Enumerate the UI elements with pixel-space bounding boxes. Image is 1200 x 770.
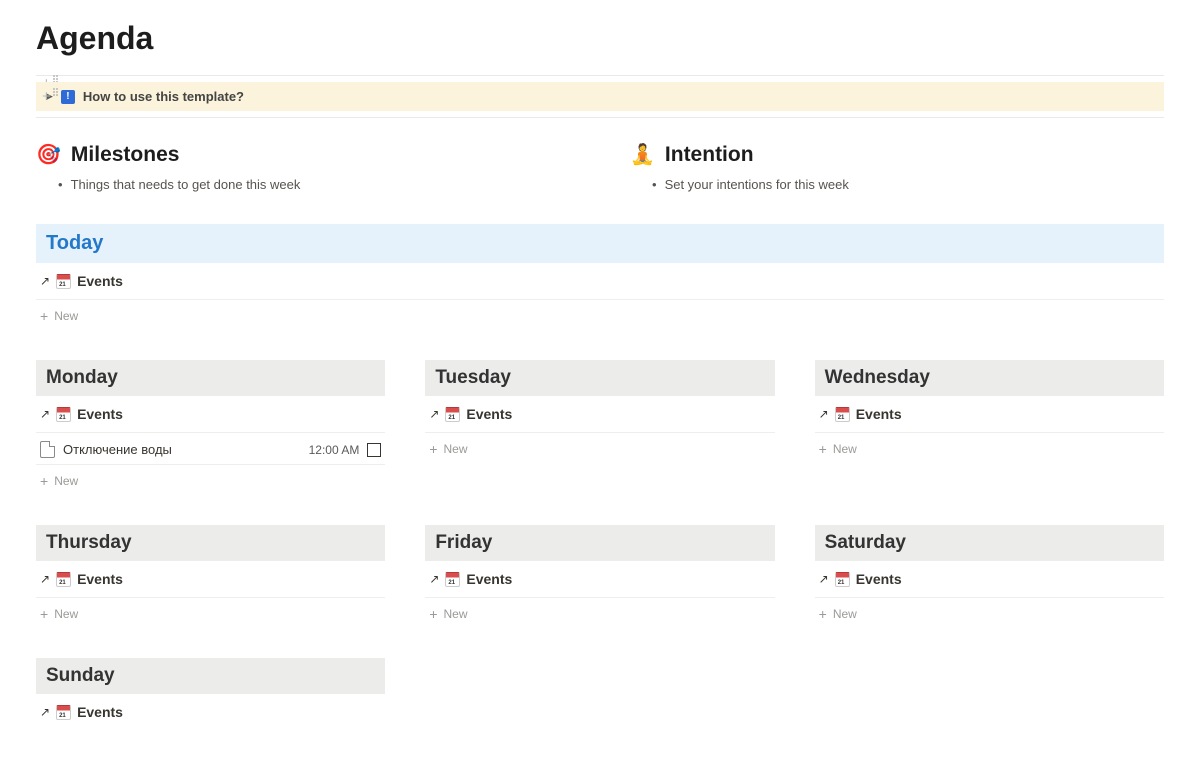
monday-new-button[interactable]: + New	[36, 465, 385, 497]
divider	[36, 117, 1164, 118]
events-label: Events	[466, 571, 512, 587]
monday-event-item[interactable]: Отключение воды 12:00 AM	[36, 433, 385, 465]
events-label: Events	[77, 406, 123, 422]
events-label: Events	[77, 571, 123, 587]
today-heading: Today	[36, 224, 1164, 263]
drag-handle-icon[interactable]	[53, 88, 58, 105]
calendar-icon	[835, 407, 850, 422]
intention-bullet-text: Set your intentions for this week	[665, 177, 849, 192]
monday-heading: Monday	[36, 360, 385, 396]
plus-icon: +	[819, 606, 827, 622]
thursday-new-button[interactable]: + New	[36, 598, 385, 630]
intention-bullet[interactable]: • Set your intentions for this week	[630, 177, 1164, 192]
plus-icon: +	[40, 606, 48, 622]
link-arrow-icon: ↗	[819, 407, 829, 421]
tuesday-heading: Tuesday	[425, 360, 774, 396]
plus-icon: +	[40, 473, 48, 489]
intention-heading: Intention	[665, 143, 754, 167]
friday-heading: Friday	[425, 525, 774, 561]
calendar-icon	[56, 705, 71, 720]
new-label: New	[444, 442, 468, 456]
link-arrow-icon: ↗	[40, 572, 50, 586]
link-arrow-icon: ↗	[819, 572, 829, 586]
person-meditating-icon: 🧘	[630, 142, 655, 167]
add-block-icon[interactable]: +	[42, 88, 51, 105]
today-new-button[interactable]: + New	[36, 300, 1164, 332]
event-title: Отключение воды	[63, 442, 301, 457]
link-arrow-icon: ↗	[429, 572, 439, 586]
divider	[36, 75, 1164, 76]
calendar-icon	[56, 274, 71, 289]
saturday-heading: Saturday	[815, 525, 1164, 561]
event-time: 12:00 AM	[309, 443, 360, 457]
info-icon: !	[61, 90, 75, 104]
tuesday-events-link[interactable]: ↗ Events	[425, 396, 774, 433]
bullet-dot-icon: •	[652, 177, 657, 192]
toggle-label: How to use this template?	[83, 89, 244, 104]
wednesday-events-link[interactable]: ↗ Events	[815, 396, 1164, 433]
block-handles[interactable]: +	[42, 88, 58, 105]
plus-icon: +	[819, 441, 827, 457]
link-arrow-icon: ↗	[429, 407, 439, 421]
wednesday-heading: Wednesday	[815, 360, 1164, 396]
plus-icon: +	[429, 441, 437, 457]
thursday-heading: Thursday	[36, 525, 385, 561]
milestones-bullet-text: Things that needs to get done this week	[71, 177, 301, 192]
milestones-bullet[interactable]: • Things that needs to get done this wee…	[36, 177, 570, 192]
plus-icon: +	[40, 308, 48, 324]
events-label: Events	[466, 406, 512, 422]
sunday-events-link[interactable]: ↗ Events	[36, 694, 385, 730]
how-to-use-toggle[interactable]: ▶ ! How to use this template?	[36, 82, 1164, 111]
link-arrow-icon: ↗	[40, 407, 50, 421]
calendar-icon	[56, 407, 71, 422]
new-label: New	[54, 309, 78, 323]
today-events-link[interactable]: ↗ Events	[36, 263, 1164, 300]
events-label: Events	[77, 273, 123, 289]
new-label: New	[444, 607, 468, 621]
tuesday-new-button[interactable]: + New	[425, 433, 774, 465]
new-label: New	[833, 442, 857, 456]
milestones-section: 🎯 Milestones • Things that needs to get …	[36, 142, 570, 192]
wednesday-new-button[interactable]: + New	[815, 433, 1164, 465]
events-label: Events	[77, 704, 123, 720]
link-arrow-icon: ↗	[40, 274, 50, 288]
friday-new-button[interactable]: + New	[425, 598, 774, 630]
calendar-icon	[835, 572, 850, 587]
new-label: New	[54, 607, 78, 621]
events-label: Events	[856, 571, 902, 587]
calendar-icon	[56, 572, 71, 587]
saturday-new-button[interactable]: + New	[815, 598, 1164, 630]
intention-section: 🧘 Intention • Set your intentions for th…	[630, 142, 1164, 192]
new-label: New	[54, 474, 78, 488]
event-checkbox[interactable]	[367, 443, 381, 457]
page-icon	[40, 441, 55, 458]
monday-events-link[interactable]: ↗ Events	[36, 396, 385, 433]
sunday-heading: Sunday	[36, 658, 385, 694]
calendar-icon	[445, 407, 460, 422]
milestones-heading: Milestones	[71, 143, 180, 167]
events-label: Events	[856, 406, 902, 422]
saturday-events-link[interactable]: ↗ Events	[815, 561, 1164, 598]
page-title: Agenda	[36, 0, 1164, 73]
new-label: New	[833, 607, 857, 621]
target-icon: 🎯	[36, 142, 61, 167]
plus-icon: +	[429, 606, 437, 622]
calendar-icon	[445, 572, 460, 587]
bullet-dot-icon: •	[58, 177, 63, 192]
thursday-events-link[interactable]: ↗ Events	[36, 561, 385, 598]
link-arrow-icon: ↗	[40, 705, 50, 719]
friday-events-link[interactable]: ↗ Events	[425, 561, 774, 598]
